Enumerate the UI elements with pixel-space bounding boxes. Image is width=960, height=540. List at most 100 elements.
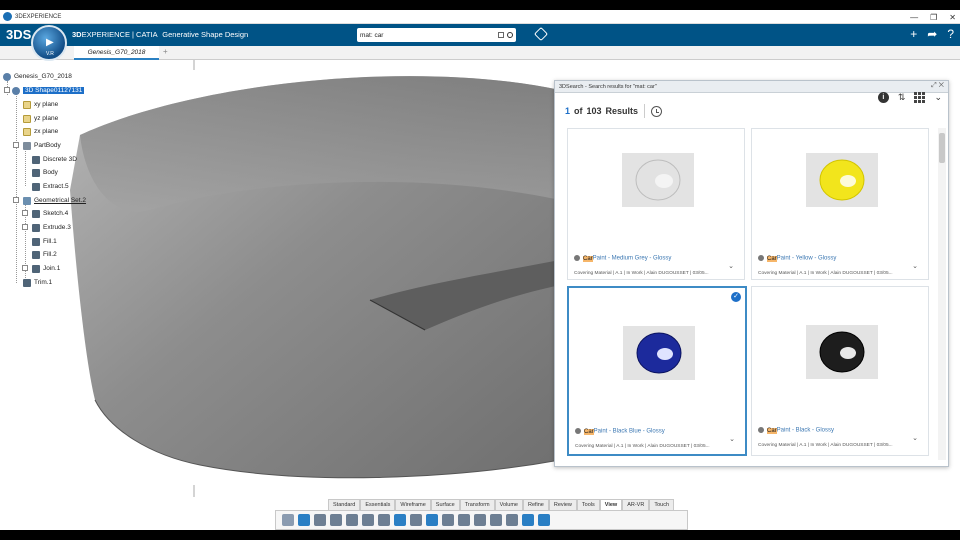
tab-view[interactable]: View — [599, 499, 623, 510]
shading-icon[interactable] — [394, 514, 406, 526]
expand-toggle[interactable] — [4, 87, 10, 93]
tree-item-trim[interactable]: Trim.1 — [23, 277, 52, 288]
tree-item-label: yz plane — [34, 115, 59, 122]
expand-toggle[interactable] — [13, 197, 19, 203]
expand-toggle[interactable] — [22, 210, 28, 216]
tab-genesis[interactable]: Genesis_G70_2018 — [74, 46, 159, 60]
dassault-logo[interactable]: 3DS — [6, 27, 31, 42]
material-name[interactable]: CarPaint - Yellow - Glossy — [758, 255, 836, 262]
divider — [644, 104, 646, 118]
tree-item-xy-plane[interactable]: xy plane — [23, 99, 58, 110]
result-card-selected[interactable]: ✓ CarPaint - Black Blue - Glossy Coverin… — [567, 286, 747, 456]
grid-view-icon[interactable] — [914, 92, 926, 103]
tree-item-root[interactable]: Genesis_G70_2018 — [3, 71, 72, 82]
tree-item-label: PartBody — [34, 142, 61, 149]
share-icon[interactable]: ➦ — [927, 27, 937, 41]
sort-icon[interactable]: ⇅ — [898, 92, 906, 103]
fit-all-icon[interactable] — [314, 514, 326, 526]
view-cube-icon[interactable] — [298, 514, 310, 526]
camera-icon[interactable] — [458, 514, 470, 526]
chevron-down-icon[interactable]: ⌄ — [728, 262, 734, 270]
chevron-down-icon[interactable]: ⌄ — [729, 435, 735, 443]
rotate-icon[interactable] — [346, 514, 358, 526]
tab-touch[interactable]: Touch — [649, 499, 675, 510]
info-icon[interactable]: i — [877, 92, 889, 103]
search-field[interactable]: mat: car — [357, 28, 516, 42]
material-name[interactable]: CarPaint - Medium Grey - Glossy — [574, 255, 671, 262]
material-name[interactable]: CarPaint - Black Blue - Glossy — [575, 428, 665, 435]
check-icon: ✓ — [731, 292, 741, 302]
part-icon — [12, 86, 20, 95]
tree-item-fill-2[interactable]: Fill.2 — [32, 249, 57, 260]
expand-toggle[interactable] — [22, 265, 28, 271]
result-card[interactable]: CarPaint - Black - Glossy Covering Mater… — [751, 286, 929, 456]
add-tab-button[interactable]: + — [163, 47, 168, 56]
search-input[interactable]: mat: car — [360, 32, 498, 39]
tree-item-label: zx plane — [34, 128, 59, 135]
result-card[interactable]: CarPaint - Medium Grey - Glossy Covering… — [567, 128, 745, 280]
expand-toggle[interactable] — [13, 142, 19, 148]
help-icon[interactable]: ? — [947, 27, 954, 41]
history-icon[interactable] — [651, 105, 663, 117]
tree-item-fill-1[interactable]: Fill.1 — [32, 236, 57, 247]
globe-icon[interactable] — [426, 514, 438, 526]
tree-item-extract[interactable]: Extract.5 — [32, 181, 69, 192]
magnifier-icon[interactable] — [362, 514, 374, 526]
scrollbar-thumb[interactable] — [939, 133, 945, 163]
material-meta: Covering Material | A.1 | In Work | Alai… — [758, 443, 893, 448]
tab-tools[interactable]: Tools — [576, 499, 600, 510]
tree-item-label: Join.1 — [43, 265, 61, 272]
tab-review[interactable]: Review — [548, 499, 577, 510]
feature-icon — [32, 168, 40, 177]
of-label: of — [574, 106, 583, 116]
render-icon[interactable] — [442, 514, 454, 526]
tab-volume[interactable]: Volume — [494, 499, 523, 510]
copy-icon[interactable] — [522, 514, 534, 526]
search-icon[interactable] — [507, 32, 513, 38]
compass-widget[interactable]: ▶ V.R — [31, 25, 67, 61]
tree-item-zx-plane[interactable]: zx plane — [23, 126, 58, 137]
tree-item-join[interactable]: Join.1 — [32, 263, 60, 274]
chevron-down-icon[interactable]: ⌄ — [934, 92, 942, 103]
tab-wireframe[interactable]: Wireframe — [395, 499, 431, 510]
tab-standard[interactable]: Standard — [328, 499, 361, 510]
tag-icon[interactable] — [533, 26, 549, 42]
result-card[interactable]: CarPaint - Yellow - Glossy Covering Mate… — [751, 128, 929, 280]
tab-transform[interactable]: Transform — [459, 499, 495, 510]
tree-item-geometrical-set[interactable]: Geometrical Set.2 — [23, 195, 86, 206]
clear-search-icon[interactable] — [498, 32, 504, 38]
expand-panel-icon[interactable]: ⤢ ✕ — [931, 82, 944, 90]
add-icon[interactable]: + — [910, 27, 917, 41]
chevron-down-icon[interactable]: ⌄ — [912, 262, 918, 270]
tree-item-yz-plane[interactable]: yz plane — [23, 113, 58, 124]
minimize-button[interactable]: — — [910, 13, 918, 22]
capture-icon[interactable] — [490, 514, 502, 526]
material-name[interactable]: CarPaint - Black - Glossy — [758, 427, 834, 434]
tree-item-sketch[interactable]: Sketch.4 — [32, 208, 68, 219]
tab-ar-vr[interactable]: AR-VR — [622, 499, 650, 510]
tree-item-discrete-3d[interactable]: Discrete 3D — [32, 154, 77, 165]
zoom-icon[interactable] — [282, 514, 294, 526]
export-icon[interactable] — [538, 514, 550, 526]
expand-toggle[interactable] — [22, 224, 28, 230]
chevron-down-icon[interactable]: ⌄ — [912, 434, 918, 442]
tree-item-body[interactable]: Body — [32, 167, 58, 178]
pan-icon[interactable] — [330, 514, 342, 526]
normal-view-icon[interactable] — [378, 514, 390, 526]
tab-surface[interactable]: Surface — [430, 499, 460, 510]
tree-item-partbody[interactable]: PartBody — [23, 140, 61, 151]
search-results-panel: 3DSearch - Search results for "mat: car"… — [554, 80, 949, 467]
tab-refine[interactable]: Refine — [522, 499, 549, 510]
layout-icon[interactable] — [506, 514, 518, 526]
close-button[interactable]: ✕ — [949, 13, 956, 22]
restore-button[interactable]: ❐ — [930, 13, 937, 22]
tree-item-3d-shape[interactable]: 3D Shape01127131 — [12, 85, 85, 96]
tree-item-extrude[interactable]: Extrude.3 — [32, 222, 71, 233]
current-index: 1 — [565, 106, 571, 116]
hide-show-icon[interactable] — [410, 514, 422, 526]
results-grid: CarPaint - Medium Grey - Glossy Covering… — [555, 128, 948, 466]
feature-icon — [32, 182, 40, 191]
tab-essentials[interactable]: Essentials — [360, 499, 396, 510]
section-icon[interactable] — [474, 514, 486, 526]
results-scrollbar[interactable] — [938, 128, 946, 460]
